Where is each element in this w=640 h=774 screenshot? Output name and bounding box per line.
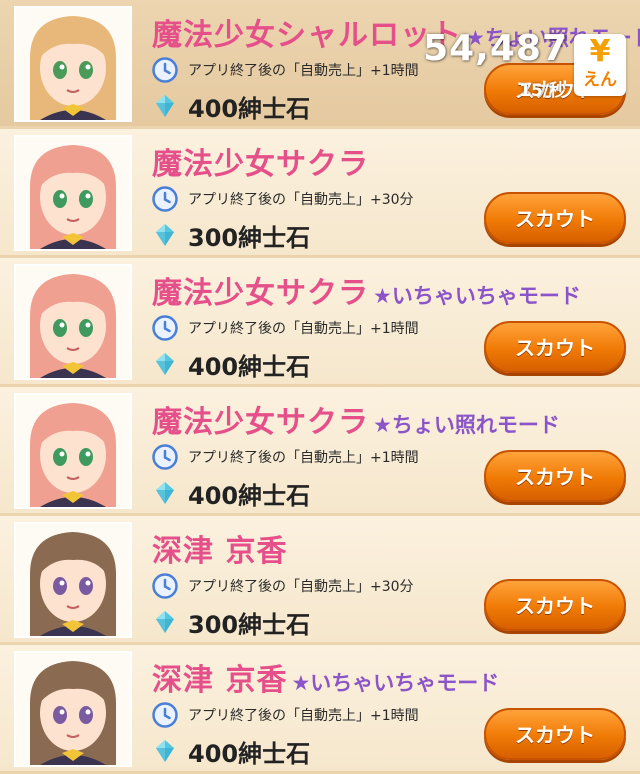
character-name: 魔法少女サクラ <box>152 147 369 182</box>
scout-item: 魔法少女サクラ ★ちょい照れモード アプリ終了後の「自動売上」+1時間 400紳士… <box>0 387 640 516</box>
character-portrait-art <box>16 8 130 120</box>
character-portrait <box>14 135 132 251</box>
scout-price: 400紳士石 <box>152 348 311 381</box>
bonus-detail: アプリ終了後の「自動売上」+1時間 <box>152 56 419 84</box>
scout-item: 魔法少女サクラ ★いちゃいちゃモード アプリ終了後の「自動売上」+1時間 400紳… <box>0 258 640 387</box>
character-title: 魔法少女サクラ ★いちゃいちゃモード <box>152 268 581 312</box>
scout-item: 魔法少女サクラ アプリ終了後の「自動売上」+30分 300紳士石 スカウト <box>0 129 640 258</box>
scout-item: 深津 京香 アプリ終了後の「自動売上」+30分 300紳士石 スカウト <box>0 516 640 645</box>
character-portrait-art <box>16 653 130 765</box>
price-text: 400紳士石 <box>188 481 311 510</box>
character-title: 魔法少女サクラ ★ちょい照れモード <box>152 397 560 441</box>
character-mode: ★ちょい照れモード <box>466 26 640 50</box>
character-portrait-art <box>16 266 130 378</box>
character-name: 魔法少女シャルロット <box>152 18 462 53</box>
character-mode: ★ちょい照れモード <box>373 413 560 437</box>
character-portrait <box>14 522 132 638</box>
price-text: 300紳士石 <box>188 610 311 639</box>
bonus-detail: アプリ終了後の「自動売上」+30分 <box>152 185 414 213</box>
scout-price: 400紳士石 <box>152 735 311 768</box>
scout-button[interactable]: スカウト <box>484 192 626 244</box>
price-text: 300紳士石 <box>188 223 311 252</box>
character-portrait <box>14 651 132 767</box>
gem-icon <box>156 353 174 375</box>
clock-icon <box>152 444 178 470</box>
character-portrait <box>14 264 132 380</box>
character-portrait <box>14 393 132 509</box>
clock-icon <box>152 57 178 83</box>
gem-icon <box>156 740 174 762</box>
scout-item: 深津 京香 ★いちゃいちゃモード アプリ終了後の「自動売上」+1時間 400紳士石… <box>0 645 640 774</box>
scout-button[interactable]: スカウト <box>484 321 626 373</box>
character-name: 魔法少女サクラ <box>152 276 369 311</box>
scout-list: 魔法少女シャルロット ★ちょい照れモード アプリ終了後の「自動売上」+1時間 40… <box>0 0 640 774</box>
character-portrait <box>14 6 132 122</box>
bonus-text: アプリ終了後の「自動売上」+30分 <box>188 192 414 208</box>
scout-price: 400紳士石 <box>152 90 311 123</box>
gem-icon <box>156 482 174 504</box>
scout-price: 300紳士石 <box>152 606 311 639</box>
character-title: 魔法少女サクラ <box>152 139 373 183</box>
scout-price: 400紳士石 <box>152 477 311 510</box>
character-portrait-art <box>16 395 130 507</box>
bonus-text: アプリ終了後の「自動売上」+1時間 <box>188 708 419 724</box>
clock-icon <box>152 702 178 728</box>
price-text: 400紳士石 <box>188 739 311 768</box>
scout-item: 魔法少女シャルロット ★ちょい照れモード アプリ終了後の「自動売上」+1時間 40… <box>0 0 640 129</box>
bonus-text: アプリ終了後の「自動売上」+1時間 <box>188 450 419 466</box>
scout-price: 300紳士石 <box>152 219 311 252</box>
gem-icon <box>156 611 174 633</box>
character-title: 魔法少女シャルロット ★ちょい照れモード <box>152 10 640 54</box>
character-portrait-art <box>16 137 130 249</box>
clock-icon <box>152 186 178 212</box>
scout-button[interactable]: スカウト <box>484 63 626 115</box>
scout-button[interactable]: スカウト <box>484 450 626 502</box>
scout-button[interactable]: スカウト <box>484 708 626 760</box>
clock-icon <box>152 315 178 341</box>
price-text: 400紳士石 <box>188 94 311 123</box>
character-name: 深津 京香 <box>152 534 288 569</box>
bonus-text: アプリ終了後の「自動売上」+1時間 <box>188 321 419 337</box>
scout-button[interactable]: スカウト <box>484 579 626 631</box>
bonus-text: アプリ終了後の「自動売上」+30分 <box>188 579 414 595</box>
gem-icon <box>156 95 174 117</box>
character-name: 深津 京香 <box>152 663 288 698</box>
character-mode: ★いちゃいちゃモード <box>373 284 581 308</box>
bonus-detail: アプリ終了後の「自動売上」+1時間 <box>152 443 419 471</box>
character-portrait-art <box>16 524 130 636</box>
character-mode: ★いちゃいちゃモード <box>291 671 500 695</box>
gem-icon <box>156 224 174 246</box>
bonus-detail: アプリ終了後の「自動売上」+1時間 <box>152 701 419 729</box>
character-title: 深津 京香 ★いちゃいちゃモード <box>152 655 499 699</box>
bonus-text: アプリ終了後の「自動売上」+1時間 <box>188 63 419 79</box>
bonus-detail: アプリ終了後の「自動売上」+1時間 <box>152 314 419 342</box>
clock-icon <box>152 573 178 599</box>
character-name: 魔法少女サクラ <box>152 405 369 440</box>
price-text: 400紳士石 <box>188 352 311 381</box>
character-title: 深津 京香 <box>152 526 291 570</box>
bonus-detail: アプリ終了後の「自動売上」+30分 <box>152 572 414 600</box>
